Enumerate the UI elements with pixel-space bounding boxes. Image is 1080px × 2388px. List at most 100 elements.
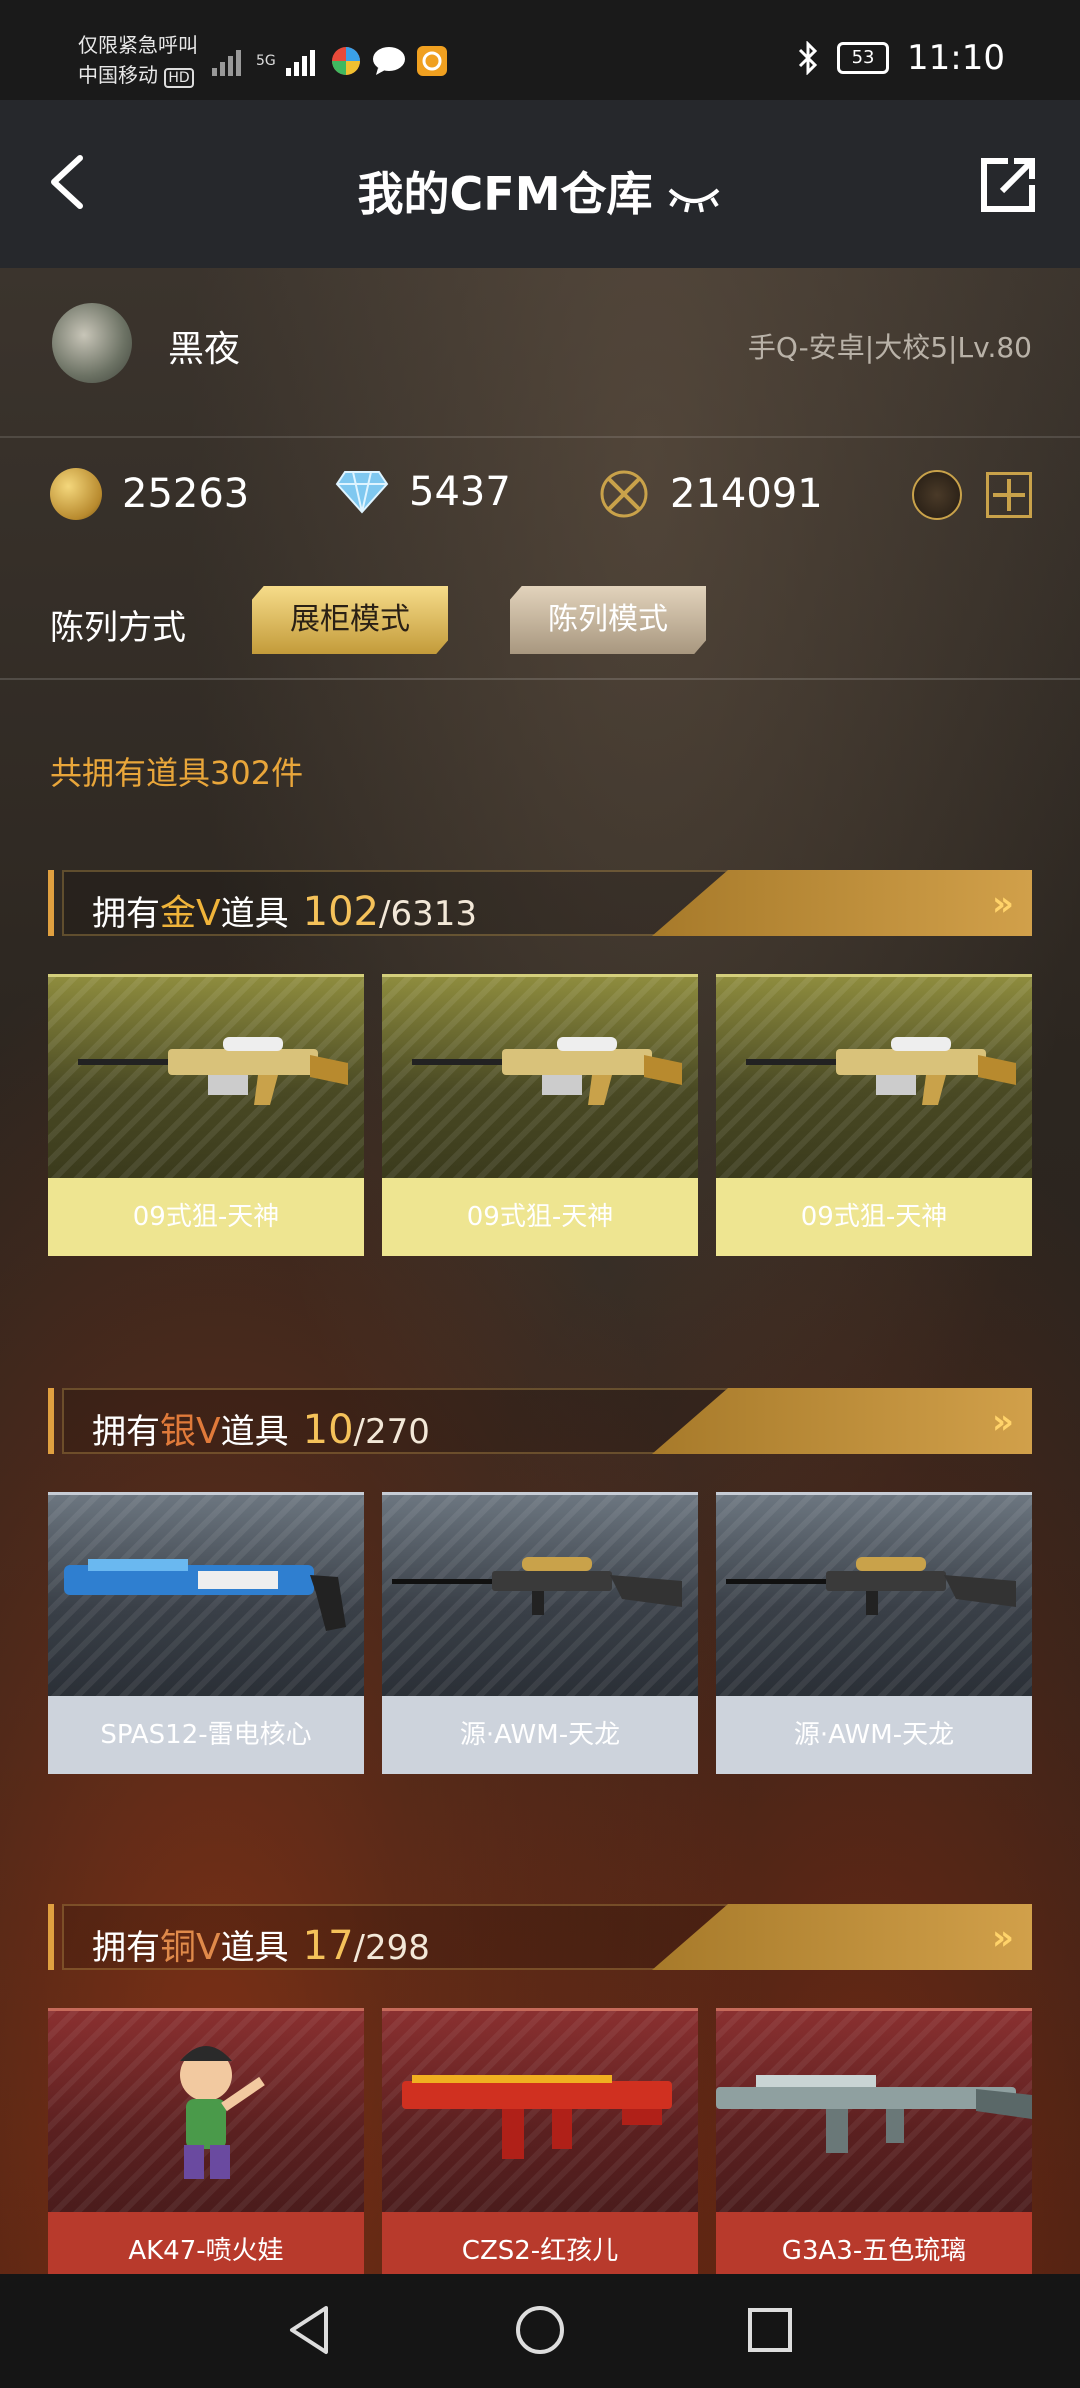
item-card[interactable]: 09式狙-天神 bbox=[716, 974, 1032, 1256]
copper-v-tier-label: 铜V bbox=[160, 1927, 221, 1968]
sniper-rifle-image bbox=[382, 974, 698, 1181]
cabinet-mode-button[interactable]: 展柜模式 bbox=[252, 586, 448, 654]
item-card[interactable]: 源·AWM-天龙 bbox=[382, 1492, 698, 1774]
silver-v-section: » 拥有银V道具 10/270 SPAS12-雷电核心 源·AWM-天龙 源·A… bbox=[48, 1388, 1032, 1774]
sniper-rifle-image bbox=[382, 1492, 698, 1699]
copper-v-section: » 拥有铜V道具 17/298 AK47-喷火娃 CZS2-红孩儿 G3A3-五… bbox=[48, 1904, 1032, 2274]
item-card[interactable]: 源·AWM-天龙 bbox=[716, 1492, 1032, 1774]
gold-v-item-grid: 09式狙-天神 09式狙-天神 09式狙-天神 bbox=[48, 974, 1032, 1256]
section-prefix: 拥有 bbox=[92, 1412, 160, 1452]
item-name: 09式狙-天神 bbox=[48, 1178, 364, 1256]
item-name: SPAS12-雷电核心 bbox=[48, 1696, 364, 1774]
nav-back-icon[interactable] bbox=[282, 2302, 338, 2358]
list-mode-button[interactable]: 陈列模式 bbox=[510, 586, 706, 654]
diamond-balance: 5437 bbox=[335, 468, 511, 516]
app-orange-icon bbox=[416, 46, 447, 76]
section-suffix: 道具 bbox=[220, 894, 289, 934]
item-name: 源·AWM-天龙 bbox=[382, 1696, 698, 1774]
item-name: AK47-喷火娃 bbox=[48, 2212, 364, 2274]
currency-row: 25263 5437 214091 bbox=[0, 438, 1080, 558]
nav-recents-icon[interactable] bbox=[742, 2302, 798, 2358]
clock: 11:10 bbox=[907, 38, 1005, 78]
app-color-icon bbox=[331, 47, 360, 75]
add-currency-button[interactable] bbox=[986, 472, 1032, 518]
system-navigation-bar bbox=[0, 2274, 1080, 2388]
gold-coin-balance: 25263 bbox=[50, 468, 249, 520]
copper-v-section-header[interactable]: » 拥有铜V道具 17/298 bbox=[48, 1904, 1032, 1970]
item-name: 09式狙-天神 bbox=[382, 1178, 698, 1256]
copper-v-owned-count: 17 bbox=[302, 1923, 354, 1969]
gold-coin-icon bbox=[50, 468, 102, 520]
item-card[interactable]: 09式狙-天神 bbox=[48, 974, 364, 1256]
gold-v-section: » 拥有金V道具 102/6313 09式狙-天神 09式狙-天神 09式狙-天… bbox=[48, 870, 1032, 1256]
gold-coin-value: 25263 bbox=[122, 471, 250, 517]
badge-a-icon[interactable] bbox=[912, 470, 962, 520]
user-name: 黑夜 bbox=[168, 329, 241, 370]
signal-5g-icon bbox=[285, 46, 320, 76]
gold-v-owned-count: 102 bbox=[302, 889, 379, 935]
display-mode-row: 陈列方式 展柜模式 陈列模式 bbox=[0, 578, 1080, 678]
user-profile-row: 黑夜 手Q-安卓|大校5|Lv.80 bbox=[0, 268, 1080, 438]
nav-home-icon[interactable] bbox=[512, 2302, 568, 2358]
silver-v-section-title: 拥有银V道具 10/270 bbox=[92, 1402, 430, 1454]
gold-v-total-count: /6313 bbox=[379, 894, 477, 934]
gold-v-section-title: 拥有金V道具 102/6313 bbox=[92, 884, 477, 936]
section-accent-bar bbox=[48, 1388, 54, 1454]
crossed-swords-icon bbox=[600, 470, 648, 518]
character-figure-image bbox=[48, 2008, 364, 2215]
emergency-label: 仅限紧急呼叫 bbox=[78, 33, 198, 57]
status-right: 53 11:10 bbox=[797, 38, 1005, 78]
copper-v-section-title: 拥有铜V道具 17/298 bbox=[92, 1918, 430, 1970]
carrier-info: 仅限紧急呼叫 中国移动 HD bbox=[78, 30, 198, 93]
avatar[interactable] bbox=[52, 303, 132, 383]
bluetooth-icon bbox=[798, 41, 818, 75]
sniper-rifle-image bbox=[716, 1492, 1032, 1699]
item-card[interactable]: G3A3-五色琉璃 bbox=[716, 2008, 1032, 2274]
warehouse-content[interactable]: 黑夜 手Q-安卓|大校5|Lv.80 25263 5437 214091 陈列方… bbox=[0, 268, 1080, 2274]
double-chevron-right-icon[interactable]: » bbox=[992, 1918, 1014, 1958]
signal-icon bbox=[212, 46, 246, 76]
item-name: 源·AWM-天龙 bbox=[716, 1696, 1032, 1774]
item-card[interactable]: SPAS12-雷电核心 bbox=[48, 1492, 364, 1774]
double-chevron-right-icon[interactable]: » bbox=[992, 884, 1014, 924]
user-rank-info: 手Q-安卓|大校5|Lv.80 bbox=[747, 331, 1032, 364]
display-mode-label: 陈列方式 bbox=[50, 608, 186, 648]
silver-v-total-count: /270 bbox=[353, 1412, 430, 1452]
page-title: 我的CFM仓库 bbox=[0, 158, 1080, 224]
item-card[interactable]: AK47-喷火娃 bbox=[48, 2008, 364, 2274]
status-icons: 5G bbox=[212, 45, 448, 77]
silver-v-item-grid: SPAS12-雷电核心 源·AWM-天龙 源·AWM-天龙 bbox=[48, 1492, 1032, 1774]
section-suffix: 道具 bbox=[220, 1412, 289, 1452]
network-type: 5G bbox=[256, 53, 276, 69]
eye-closed-icon[interactable] bbox=[666, 178, 722, 218]
copper-v-item-grid: AK47-喷火娃 CZS2-红孩儿 G3A3-五色琉璃 bbox=[48, 2008, 1032, 2274]
hd-badge: HD bbox=[164, 68, 194, 88]
section-accent-bar bbox=[48, 1904, 54, 1970]
smg-image bbox=[382, 2008, 698, 2215]
share-icon[interactable] bbox=[978, 155, 1038, 215]
sniper-rifle-image bbox=[716, 974, 1032, 1181]
sniper-rifle-image bbox=[48, 974, 364, 1181]
divider bbox=[0, 678, 1080, 680]
section-prefix: 拥有 bbox=[92, 1928, 160, 1968]
carrier-name: 中国移动 bbox=[78, 63, 158, 87]
total-items-label: 共拥有道具302件 bbox=[50, 754, 304, 792]
chat-bubble-icon bbox=[372, 47, 405, 75]
item-name: 09式狙-天神 bbox=[716, 1178, 1032, 1256]
diamond-value: 5437 bbox=[409, 469, 511, 515]
item-card[interactable]: 09式狙-天神 bbox=[382, 974, 698, 1256]
honor-value: 214091 bbox=[670, 471, 823, 517]
item-card[interactable]: CZS2-红孩儿 bbox=[382, 2008, 698, 2274]
silver-v-section-header[interactable]: » 拥有银V道具 10/270 bbox=[48, 1388, 1032, 1454]
rifle-image bbox=[716, 2008, 1032, 2215]
copper-v-total-count: /298 bbox=[353, 1928, 430, 1968]
double-chevron-right-icon[interactable]: » bbox=[992, 1402, 1014, 1442]
shotgun-image bbox=[48, 1492, 364, 1699]
item-name: CZS2-红孩儿 bbox=[382, 2212, 698, 2274]
status-bar: 仅限紧急呼叫 中国移动 HD 5G 53 11:10 bbox=[0, 0, 1080, 100]
section-suffix: 道具 bbox=[220, 1928, 289, 1968]
diamond-icon bbox=[335, 471, 389, 514]
app-header: 我的CFM仓库 bbox=[0, 100, 1080, 268]
honor-balance: 214091 bbox=[598, 468, 823, 520]
gold-v-section-header[interactable]: » 拥有金V道具 102/6313 bbox=[48, 870, 1032, 936]
